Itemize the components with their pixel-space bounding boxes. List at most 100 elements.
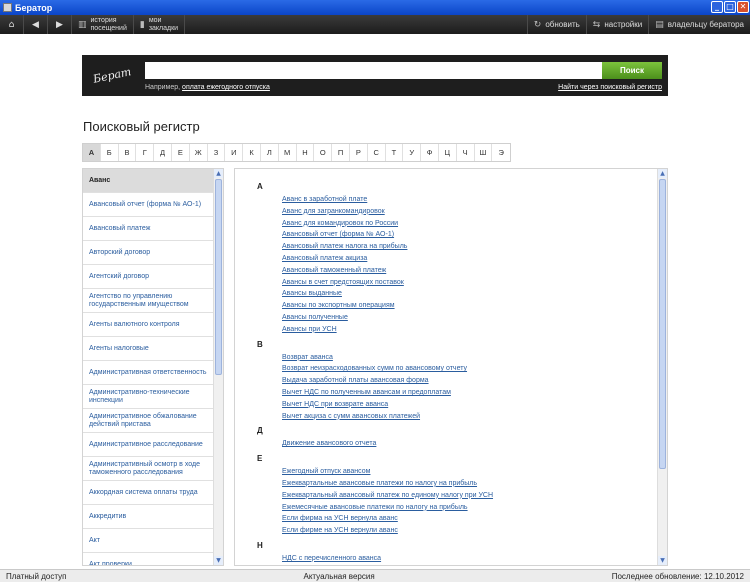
result-link[interactable]: Ежеквартальный авансовый платеж по едино… [282,490,647,502]
alphabet-letter[interactable]: Н [296,144,315,161]
result-link[interactable]: Авансы в счет предстоящих поставок [282,277,647,289]
bookmarks-label-1: мои [148,16,162,24]
search-register-link[interactable]: Найти через поисковый регистр [558,84,662,91]
alphabet-letter[interactable]: Е [171,144,190,161]
settings-button[interactable]: ⇆ настройки [585,15,648,34]
owner-button[interactable]: ▤ владельцу бератора [648,15,750,34]
history-label-1: история [90,16,117,24]
result-link[interactable]: Авансы по экспортным операциям [282,300,647,312]
bookmark-icon: ▮ [139,19,145,30]
alphabet-letter[interactable]: В [118,144,137,161]
scroll-up-icon[interactable]: ▲ [658,169,667,178]
term-list-item[interactable]: Агенты налоговые [83,337,213,361]
left-scroll-thumb[interactable] [215,179,222,375]
alphabet-letter[interactable]: Ж [189,144,208,161]
result-link[interactable]: НДС с перечисленного аванса [282,553,647,565]
term-list-item[interactable]: Аванс [83,169,213,193]
back-button[interactable]: ◀ [24,15,48,34]
alphabet-letter[interactable]: И [225,144,244,161]
term-list-item[interactable]: Акт [83,529,213,553]
result-link[interactable]: Возврат аванса [282,352,647,364]
left-scrollbar[interactable]: ▲ ▼ [213,169,223,565]
alphabet-letter[interactable]: К [243,144,261,161]
scroll-up-icon[interactable]: ▲ [214,169,223,178]
search-input[interactable] [145,62,602,79]
term-list-item[interactable]: Административная ответственность [83,361,213,385]
alphabet-letter[interactable]: Р [349,144,368,161]
result-link[interactable]: Авансовый платеж акциза [282,253,647,265]
term-list-item[interactable]: Административный осмотр в ходе таможенно… [83,457,213,481]
settings-label: настройки [604,20,643,29]
result-link[interactable]: Выдача заработной платы авансовая форма [282,375,647,387]
result-link[interactable]: НДС с полученного аванса [282,565,647,566]
alphabet-letter[interactable]: Л [260,144,279,161]
result-link[interactable]: Если фирме на УСН вернули аванс [282,525,647,537]
result-link[interactable]: Вычет акциза с сумм авансовых платежей [282,411,647,423]
search-button[interactable]: Поиск [602,62,662,79]
settings-icon: ⇆ [592,19,601,30]
term-list-item[interactable]: Аккредитив [83,505,213,529]
alphabet-letter[interactable]: Г [136,144,155,161]
result-link[interactable]: Авансы выданные [282,288,647,300]
term-list-item[interactable]: Агентство по управлению государственным … [83,289,213,313]
result-link[interactable]: Авансовый таможенный платеж [282,265,647,277]
term-list-item[interactable]: Агенты валютного контроля [83,313,213,337]
alphabet-letter[interactable]: Э [492,144,511,161]
term-list-item[interactable]: Административно-технические инспекции [83,385,213,409]
alphabet-letter[interactable]: Ц [438,144,457,161]
term-list-item[interactable]: Административное расследование [83,433,213,457]
alphabet-letter[interactable]: Т [385,144,404,161]
result-link[interactable]: Возврат неизрасходованных сумм по авансо… [282,363,647,375]
minimize-icon[interactable]: _ [711,1,723,13]
close-icon[interactable]: ✕ [737,1,749,13]
right-scroll-thumb[interactable] [659,179,666,469]
forward-button[interactable]: ▶ [48,15,72,34]
term-list-item[interactable]: Авторский договор [83,241,213,265]
term-list-item[interactable]: Агентский договор [83,265,213,289]
result-link[interactable]: Авансовый отчет (форма № АО-1) [282,229,647,241]
term-list-item[interactable]: Авансовый платеж [83,217,213,241]
alphabet-letter[interactable]: С [367,144,386,161]
alphabet-letter[interactable]: П [332,144,350,161]
result-link[interactable]: Авансы полученные [282,312,647,324]
search-hint-example-link[interactable]: оплата ежегодного отпуска [182,84,270,91]
group-letter-heading: Е [257,454,263,464]
refresh-button[interactable]: ↻ обновить [526,15,586,34]
bookmarks-button[interactable]: ▮ мои закладки [134,15,186,34]
group-links: НДС с перечисленного авансаНДС с получен… [257,553,647,566]
result-link[interactable]: Вычет НДС при возврате аванса [282,399,647,411]
history-button[interactable]: ▥ история посещений [72,15,134,34]
result-link[interactable]: Ежемесячные авансовые платежи по налогу … [282,502,647,514]
result-link[interactable]: Аванс в заработной плате [282,194,647,206]
alphabet-letter[interactable]: Ш [474,144,493,161]
alphabet-letter[interactable]: Ч [456,144,475,161]
scroll-down-icon[interactable]: ▼ [214,556,223,565]
term-list-item[interactable]: Административное обжалование действий пр… [83,409,213,433]
term-list-item[interactable]: Авансовый отчет (форма № АО-1) [83,193,213,217]
result-link[interactable]: Авансы при УСН [282,324,647,336]
scroll-down-icon[interactable]: ▼ [658,556,667,565]
term-list-item[interactable]: Аккордная система оплаты труда [83,481,213,505]
term-list-item[interactable]: Акт проверки [83,553,213,566]
result-link[interactable]: Ежеквартальные авансовые платежи по нало… [282,478,647,490]
alphabet-letter[interactable]: З [207,144,226,161]
alphabet-letter[interactable]: А [83,144,101,161]
result-link[interactable]: Аванс для загранкомандировок [282,206,647,218]
result-link[interactable]: Аванс для командировок по России [282,218,647,230]
right-scrollbar[interactable]: ▲ ▼ [657,169,667,565]
result-link[interactable]: Движение авансового отчета [282,438,647,450]
history-icon: ▥ [78,19,87,30]
alphabet-letter[interactable]: У [403,144,422,161]
alphabet-letter[interactable]: О [314,144,333,161]
back-arrow-icon: ◀ [32,19,39,30]
result-link[interactable]: Авансовый платеж налога на прибыль [282,241,647,253]
alphabet-letter[interactable]: Д [154,144,172,161]
alphabet-letter[interactable]: Ф [421,144,439,161]
result-link[interactable]: Вычет НДС по полученным авансам и предоп… [282,387,647,399]
alphabet-letter[interactable]: М [278,144,297,161]
result-link[interactable]: Если фирма на УСН вернула аванс [282,513,647,525]
maximize-icon[interactable]: □ [724,1,736,13]
home-button[interactable]: ⌂ [0,15,24,34]
alphabet-letter[interactable]: Б [100,144,119,161]
result-link[interactable]: Ежегодный отпуск авансом [282,466,647,478]
